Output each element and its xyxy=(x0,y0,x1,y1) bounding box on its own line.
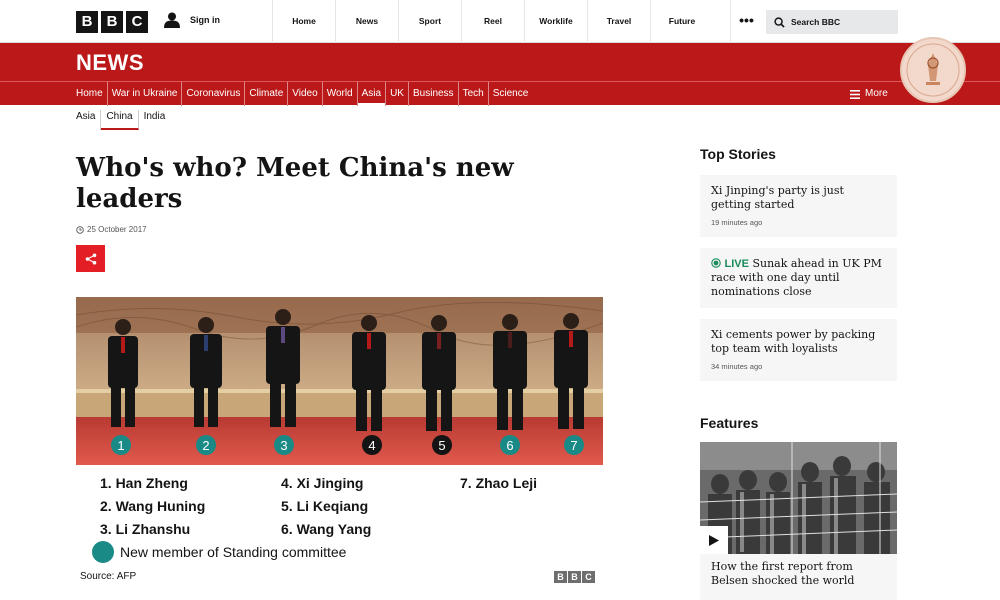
more-label: More xyxy=(865,88,888,99)
marker-3: 3 xyxy=(274,435,294,455)
leaders-graphic: 1 2 3 4 5 6 7 1. Han Zheng 2. Wang Hunin… xyxy=(76,297,603,585)
story-card-live[interactable]: LIVE Sunak ahead in UK PM race with one … xyxy=(700,248,897,308)
news-header: NEWS xyxy=(0,43,1000,81)
marker-7: 7 xyxy=(564,435,584,455)
more-menu-icon[interactable]: ••• xyxy=(730,0,762,43)
hamburger-icon xyxy=(850,89,860,99)
top-stories-heading: Top Stories xyxy=(700,146,776,162)
svg-text:4: 4 xyxy=(368,438,375,453)
logo-letter: B xyxy=(76,11,98,33)
credit-letter: C xyxy=(582,571,595,583)
image-source: Source: AFP xyxy=(80,571,137,582)
play-icon xyxy=(709,534,719,546)
svg-text:7: 7 xyxy=(570,438,577,453)
nav-item-video[interactable]: Video xyxy=(288,82,323,106)
svg-text:2: 2 xyxy=(202,438,209,453)
global-nav-reel[interactable]: Reel xyxy=(461,0,524,43)
marker-5: 5 xyxy=(432,435,452,455)
svg-text:6: 6 xyxy=(506,438,513,453)
nav-item-climate[interactable]: Climate xyxy=(245,82,289,106)
news-nav-bar: Home War in Ukraine Coronavirus Climate … xyxy=(0,81,1000,106)
nav-item-business[interactable]: Business xyxy=(409,82,459,106)
svg-text:5: 5 xyxy=(438,438,445,453)
section-title[interactable]: NEWS xyxy=(76,50,144,76)
nav-item-world[interactable]: World xyxy=(323,82,358,106)
subnav-item-asia[interactable]: Asia xyxy=(76,110,102,130)
story-card[interactable]: Xi cements power by packing top team wit… xyxy=(700,319,897,381)
svg-text:3: 3 xyxy=(280,438,287,453)
marker-2: 2 xyxy=(196,435,216,455)
story-title[interactable]: Xi Jinping's party is just getting start… xyxy=(711,184,886,212)
sub-nav: Asia China India xyxy=(76,110,170,130)
subnav-item-india[interactable]: India xyxy=(139,110,171,130)
legend-name: 2. Wang Huning xyxy=(100,498,206,514)
bbc-credit-logo: B B C xyxy=(554,571,595,583)
leaders-legend: 1. Han Zheng 2. Wang Huning 3. Li Zhansh… xyxy=(76,465,603,567)
feature-image[interactable] xyxy=(700,442,897,554)
legend-name: 6. Wang Yang xyxy=(281,521,372,537)
marker-4: 4 xyxy=(362,435,382,455)
article-headline: Who's who? Meet China's new leaders xyxy=(76,153,514,214)
global-nav-worklife[interactable]: Worklife xyxy=(524,0,587,43)
global-nav-travel[interactable]: Travel xyxy=(587,0,650,43)
article-date: 25 October 2017 xyxy=(76,225,147,234)
logo-letter: B xyxy=(101,11,123,33)
play-button[interactable] xyxy=(700,526,728,554)
features-heading: Features xyxy=(700,415,759,431)
new-member-swatch xyxy=(92,541,114,563)
story-title[interactable]: Xi cements power by packing top team wit… xyxy=(711,328,886,356)
credit-letter: B xyxy=(568,571,581,583)
legend-name: 3. Li Zhanshu xyxy=(100,521,191,537)
legend-name: 5. Li Keqiang xyxy=(281,498,369,514)
logo-letter: C xyxy=(126,11,148,33)
news-nav: Home War in Ukraine Coronavirus Climate … xyxy=(72,82,532,106)
subnav-item-china[interactable]: China xyxy=(101,110,139,130)
search-icon xyxy=(774,16,785,28)
nav-item-tech[interactable]: Tech xyxy=(459,82,489,106)
credit-letter: B xyxy=(554,571,567,583)
nav-item-asia[interactable]: Asia xyxy=(357,82,387,106)
global-nav-news[interactable]: News xyxy=(335,0,398,43)
search-box[interactable]: Search BBC xyxy=(766,10,898,34)
nav-item-home[interactable]: Home xyxy=(72,82,108,106)
date-text: 25 October 2017 xyxy=(87,225,147,234)
overlay-emblem-icon xyxy=(900,37,966,103)
global-header: B B C Sign in Home News Sport Reel Workl… xyxy=(0,0,1000,43)
marker-1: 1 xyxy=(111,435,131,455)
story-time: 34 minutes ago xyxy=(711,362,763,371)
story-card[interactable]: Xi Jinping's party is just getting start… xyxy=(700,175,897,237)
marker-6: 6 xyxy=(500,435,520,455)
share-button[interactable] xyxy=(76,245,105,272)
nav-item-war-in-ukraine[interactable]: War in Ukraine xyxy=(108,82,183,106)
search-placeholder: Search BBC xyxy=(791,17,841,27)
live-label: LIVE xyxy=(724,258,749,270)
global-nav: Home News Sport Reel Worklife Travel Fut… xyxy=(272,0,713,43)
global-nav-home[interactable]: Home xyxy=(272,0,335,43)
feature-card[interactable]: How the first report from Belsen shocked… xyxy=(700,554,897,600)
sign-in-label: Sign in xyxy=(190,15,220,25)
nav-item-uk[interactable]: UK xyxy=(386,82,409,106)
live-icon xyxy=(711,258,721,268)
legend-note-text: New member of Standing committee xyxy=(120,544,347,560)
legend-name: 1. Han Zheng xyxy=(100,475,188,491)
leaders-photo: 1 2 3 4 5 6 7 xyxy=(76,297,603,465)
nav-item-science[interactable]: Science xyxy=(489,82,533,106)
sign-in-link[interactable]: Sign in xyxy=(164,12,220,28)
user-icon xyxy=(164,12,180,28)
more-button[interactable]: More xyxy=(850,82,888,106)
legend-note: New member of Standing committee xyxy=(92,541,346,563)
story-time: 19 minutes ago xyxy=(711,218,763,227)
clock-icon xyxy=(76,225,84,234)
svg-text:1: 1 xyxy=(117,438,124,453)
nav-item-coronavirus[interactable]: Coronavirus xyxy=(182,82,246,106)
share-icon xyxy=(85,253,96,264)
legend-name: 4. Xi Jinging xyxy=(281,475,364,491)
legend-name: 7. Zhao Leji xyxy=(460,475,538,491)
feature-title[interactable]: How the first report from Belsen shocked… xyxy=(711,560,886,588)
bbc-logo[interactable]: B B C xyxy=(76,11,148,33)
global-nav-sport[interactable]: Sport xyxy=(398,0,461,43)
global-nav-future[interactable]: Future xyxy=(650,0,713,43)
story-title[interactable]: LIVE Sunak ahead in UK PM race with one … xyxy=(711,257,886,299)
